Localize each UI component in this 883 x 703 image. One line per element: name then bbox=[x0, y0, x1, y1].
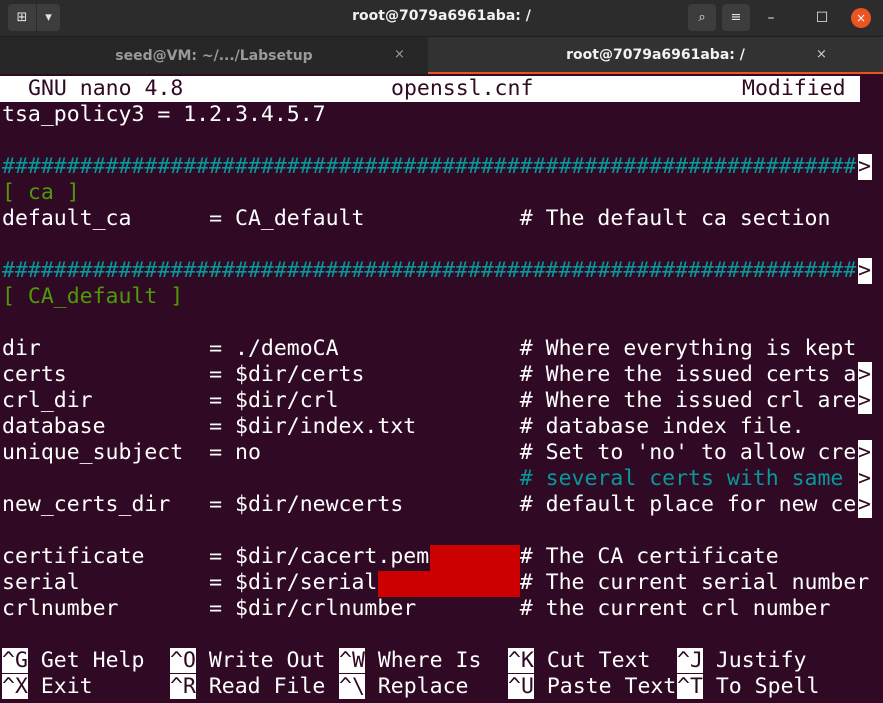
shortcut-read-file[interactable]: ^R Read File bbox=[170, 674, 325, 700]
hamburger-menu-icon[interactable]: ≡ bbox=[722, 4, 750, 31]
editor-line[interactable]: tsa_policy3 = 1.2.3.4.5.7 bbox=[2, 102, 326, 128]
overflow-marker: > bbox=[858, 388, 872, 414]
editor-line[interactable]: # several certs with same bbox=[2, 466, 862, 492]
shortcut-get-help[interactable]: ^G Get Help bbox=[2, 648, 144, 674]
shortcut-to-spell[interactable]: ^T To Spell bbox=[677, 674, 819, 700]
close-tab-icon[interactable]: × bbox=[394, 47, 405, 62]
editor-line[interactable]: certificate = $dir/cacert.pem # The CA c… bbox=[2, 544, 779, 570]
shortcut-where-is[interactable]: ^W Where Is bbox=[339, 648, 481, 674]
title-bar: ⊞ ▾ root@7079a6961aba: / ⌕ ≡ – ☐ × bbox=[0, 0, 883, 36]
editor-line[interactable]: ########################################… bbox=[2, 154, 862, 180]
window-title: root@7079a6961aba: / bbox=[352, 8, 531, 24]
close-tab-icon[interactable]: × bbox=[816, 47, 827, 62]
redaction-box bbox=[378, 571, 520, 597]
tab-label: root@7079a6961aba: / bbox=[566, 46, 745, 63]
tab-bar: seed@VM: ~/.../Labsetup × root@7079a6961… bbox=[0, 36, 883, 75]
redaction-box bbox=[430, 545, 520, 571]
tab-label: seed@VM: ~/.../Labsetup bbox=[115, 48, 313, 64]
modified-status: Modified bbox=[742, 76, 846, 101]
file-name: openssl.cnf bbox=[391, 76, 534, 101]
search-icon[interactable]: ⌕ bbox=[688, 4, 716, 31]
shortcut-justify[interactable]: ^J Justify bbox=[677, 648, 806, 674]
editor-line[interactable]: new_certs_dir = $dir/newcerts # default … bbox=[2, 492, 862, 518]
tab-seed-vm[interactable]: seed@VM: ~/.../Labsetup bbox=[0, 37, 428, 75]
maximize-icon[interactable]: ☐ bbox=[812, 8, 832, 28]
overflow-marker: > bbox=[858, 440, 872, 466]
editor-line[interactable]: ########################################… bbox=[2, 258, 862, 284]
editor-line[interactable]: crlnumber = $dir/crlnumber # the current… bbox=[2, 596, 830, 622]
shortcut-paste-text[interactable]: ^U Paste Text bbox=[508, 674, 676, 700]
editor-line[interactable]: crl_dir = $dir/crl # Where the issued cr… bbox=[2, 388, 862, 414]
close-window-icon[interactable]: × bbox=[851, 8, 871, 28]
editor-line[interactable]: [ CA_default ] bbox=[2, 284, 183, 310]
shortcut-cut-text[interactable]: ^K Cut Text bbox=[508, 648, 650, 674]
shortcut-exit[interactable]: ^X Exit bbox=[2, 674, 93, 700]
editor-line[interactable]: dir = ./demoCA # Where everything is kep… bbox=[2, 336, 856, 362]
editor-line[interactable]: certs = $dir/certs # Where the issued ce… bbox=[2, 362, 862, 388]
shortcut-write-out[interactable]: ^O Write Out bbox=[170, 648, 325, 674]
tab-root-container[interactable]: root@7079a6961aba: / bbox=[428, 37, 883, 75]
overflow-marker: > bbox=[858, 466, 872, 492]
terminal-area[interactable]: GNU nano 4.8 openssl.cnf Modified tsa_po… bbox=[0, 74, 883, 703]
minimize-icon[interactable]: – bbox=[761, 8, 781, 28]
editor-line[interactable]: [ ca ] bbox=[2, 180, 80, 206]
editor-line[interactable]: default_ca = CA_default # The default ca… bbox=[2, 206, 830, 232]
shortcut-replace[interactable]: ^\ Replace bbox=[339, 674, 468, 700]
overflow-marker: > bbox=[858, 362, 872, 388]
overflow-marker: > bbox=[858, 258, 872, 284]
nano-header: GNU nano 4.8 openssl.cnf Modified bbox=[0, 76, 860, 102]
editor-line[interactable]: database = $dir/index.txt # database ind… bbox=[2, 414, 805, 440]
editor-line[interactable]: unique_subject = no # Set to 'no' to all… bbox=[2, 440, 862, 466]
overflow-marker: > bbox=[858, 154, 872, 180]
overflow-marker: > bbox=[858, 492, 872, 518]
nano-version: GNU nano 4.8 bbox=[28, 76, 184, 101]
